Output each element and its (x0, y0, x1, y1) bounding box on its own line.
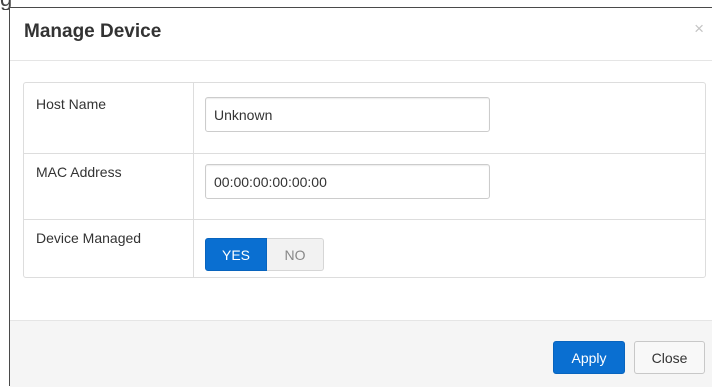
modal-header: Manage Device × (10, 8, 712, 61)
device-managed-no-button[interactable]: NO (267, 238, 324, 271)
mac-address-row: MAC Address (24, 154, 705, 220)
close-button[interactable]: Close (634, 341, 705, 374)
close-icon[interactable]: × (694, 20, 704, 37)
modal-title: Manage Device (24, 21, 162, 42)
host-name-label: Host Name (36, 96, 107, 112)
host-name-input[interactable] (205, 97, 490, 132)
manage-device-modal: Manage Device × Host Name MAC Address De… (9, 7, 712, 387)
device-managed-row: Device Managed (24, 220, 705, 277)
device-form-table: Host Name MAC Address Device Managed YES… (23, 82, 706, 278)
apply-button[interactable]: Apply (553, 341, 625, 374)
modal-footer: Apply Close (10, 320, 712, 387)
mac-address-input[interactable] (205, 164, 490, 199)
host-name-row: Host Name (24, 83, 705, 154)
device-managed-yes-button[interactable]: YES (205, 238, 267, 271)
device-managed-label: Device Managed (36, 230, 142, 246)
device-managed-toggle: YES NO (205, 238, 324, 271)
mac-address-label: MAC Address (36, 164, 122, 180)
